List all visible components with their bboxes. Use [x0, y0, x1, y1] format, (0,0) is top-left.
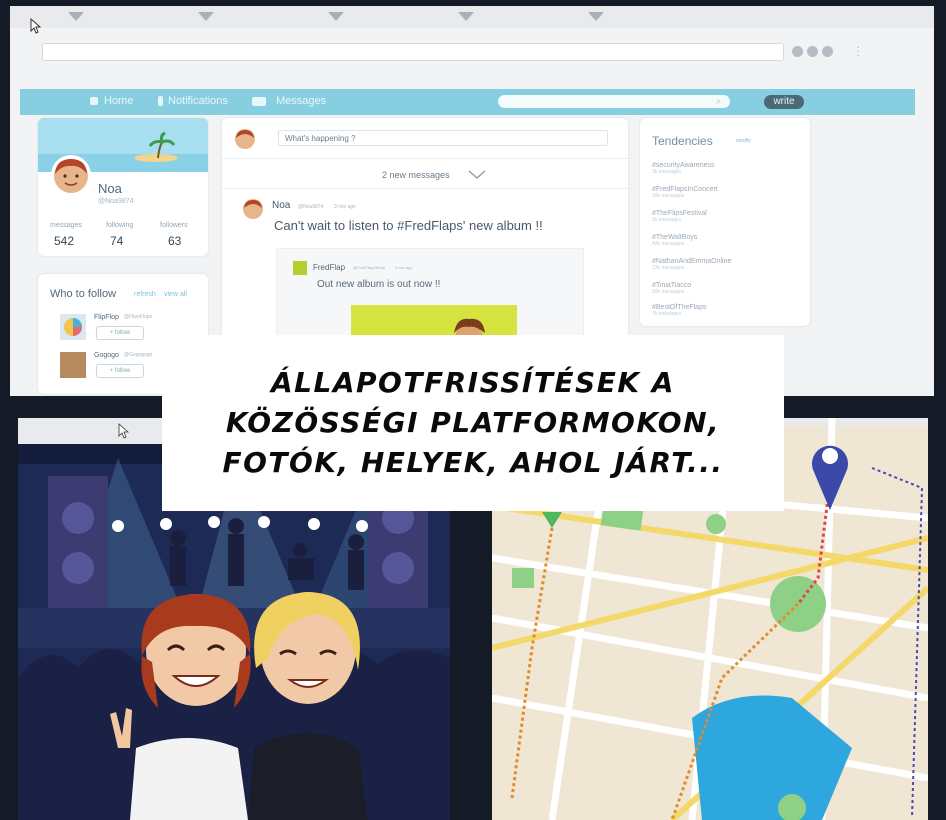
- stat-value: 542: [54, 234, 75, 248]
- tab-marker: [68, 12, 84, 21]
- tab-marker: [328, 12, 344, 21]
- divider: [222, 158, 628, 159]
- user-handle: @FlipoFlopo: [124, 314, 153, 320]
- follow-button[interactable]: + follow: [96, 364, 144, 378]
- profile-handle[interactable]: @Noa9874: [98, 198, 134, 205]
- trend-count: 20k messages: [652, 289, 685, 295]
- compose-input[interactable]: What's happening ?: [278, 130, 608, 146]
- user-handle: @Gogogogo: [124, 352, 153, 358]
- trend-count: 43k messages: [652, 241, 685, 247]
- browser-menu-icon[interactable]: ⋮: [852, 44, 864, 58]
- profile-name[interactable]: Noa: [98, 181, 122, 196]
- home-icon: [90, 97, 98, 105]
- avatar: [60, 352, 86, 378]
- stat-label: following: [106, 222, 134, 229]
- tab-marker: [458, 12, 474, 21]
- address-bar[interactable]: [42, 43, 784, 61]
- caption-line: Állapotfrissítések a: [271, 366, 675, 399]
- trend-item[interactable]: #BestOfTheFlaps 7k messages: [652, 304, 706, 317]
- quoted-author[interactable]: FredFlap: [313, 263, 345, 272]
- stat-value: 63: [168, 234, 182, 248]
- stat-value: 74: [110, 234, 124, 248]
- quoted-text: Out new album is out now !!: [317, 279, 441, 290]
- post-handle: @Noa9874: [298, 204, 324, 210]
- stat-label: followers: [160, 222, 188, 229]
- trend-count: 16k messages: [652, 193, 685, 199]
- avatar: [243, 199, 263, 219]
- new-messages-link[interactable]: 2 new messages: [382, 170, 450, 180]
- map-pin-icon[interactable]: [810, 434, 850, 512]
- social-navbar: Home Notifications Messages ⌕ write: [20, 89, 915, 115]
- refresh-link[interactable]: refresh: [134, 291, 156, 298]
- cursor-icon: [30, 18, 42, 34]
- tab-marker: [588, 12, 604, 21]
- post-text: Can't wait to listen to #FredFlaps' new …: [274, 218, 543, 233]
- modify-link[interactable]: modify: [736, 138, 751, 144]
- window-dot: [807, 46, 818, 57]
- trend-item[interactable]: #TheWaltBoys 43k messages: [652, 234, 697, 247]
- trend-item[interactable]: #FredFlapsInConcert 16k messages: [652, 186, 718, 199]
- follow-button[interactable]: + follow: [96, 326, 144, 340]
- profile-card: Noa @Noa9874 messages 542 following 74 f…: [38, 118, 208, 256]
- search-input[interactable]: [498, 95, 730, 108]
- nav-messages[interactable]: Messages: [276, 95, 326, 107]
- chevron-down-icon[interactable]: [468, 170, 486, 180]
- quoted-time: 5 min ago: [395, 265, 413, 270]
- caption-line: fotók, helyek, ahol járt...: [222, 446, 724, 479]
- who-to-follow-title: Who to follow: [50, 288, 117, 300]
- trend-count: 23k messages: [652, 265, 685, 271]
- browser-tab-bar: [10, 6, 934, 28]
- trend-item[interactable]: #NathanAndEmmaOnline 23k messages: [652, 258, 731, 271]
- avatar: [51, 155, 91, 195]
- nav-home[interactable]: Home: [104, 95, 133, 107]
- user-name[interactable]: Gogogo: [94, 352, 119, 359]
- trend-item[interactable]: #TiniaTiacco 20k messages: [652, 282, 691, 295]
- trend-item[interactable]: #TheFlipsFestival 1k messages: [652, 210, 707, 223]
- caption-box: Állapotfrissítések a közösségi platformo…: [162, 335, 784, 511]
- user-name[interactable]: FlipFlop: [94, 314, 119, 321]
- caption-text: Állapotfrissítések a közösségi platformo…: [222, 363, 723, 483]
- nav-notifications[interactable]: Notifications: [168, 95, 228, 107]
- divider: [222, 188, 628, 189]
- caption-line: közösségi platformokon,: [225, 406, 721, 439]
- trend-count: 3k messages: [652, 169, 682, 175]
- post-author[interactable]: Noa: [272, 200, 290, 211]
- avatar: [293, 261, 307, 275]
- search-icon[interactable]: ⌕: [716, 96, 721, 107]
- envelope-icon: [252, 97, 266, 106]
- post-time: 3 min ago: [334, 204, 356, 210]
- quoted-handle: @FredFlapOfficial: [353, 265, 386, 270]
- write-button[interactable]: write: [764, 95, 804, 109]
- trend-count: 7k messages: [652, 311, 682, 317]
- trend-item[interactable]: #securityAwareness 3k messages: [652, 162, 715, 175]
- trend-count: 1k messages: [652, 217, 682, 223]
- tab-marker: [198, 12, 214, 21]
- tendencies-card: Tendencies modify #securityAwareness 3k m…: [640, 118, 810, 326]
- window-dot: [822, 46, 833, 57]
- avatar: [235, 129, 255, 149]
- window-dot: [792, 46, 803, 57]
- stat-label: messages: [50, 222, 82, 229]
- view-all-link[interactable]: view all: [164, 291, 187, 298]
- avatar: [60, 314, 86, 340]
- bell-icon: [158, 96, 163, 106]
- tendencies-title: Tendencies: [652, 134, 713, 148]
